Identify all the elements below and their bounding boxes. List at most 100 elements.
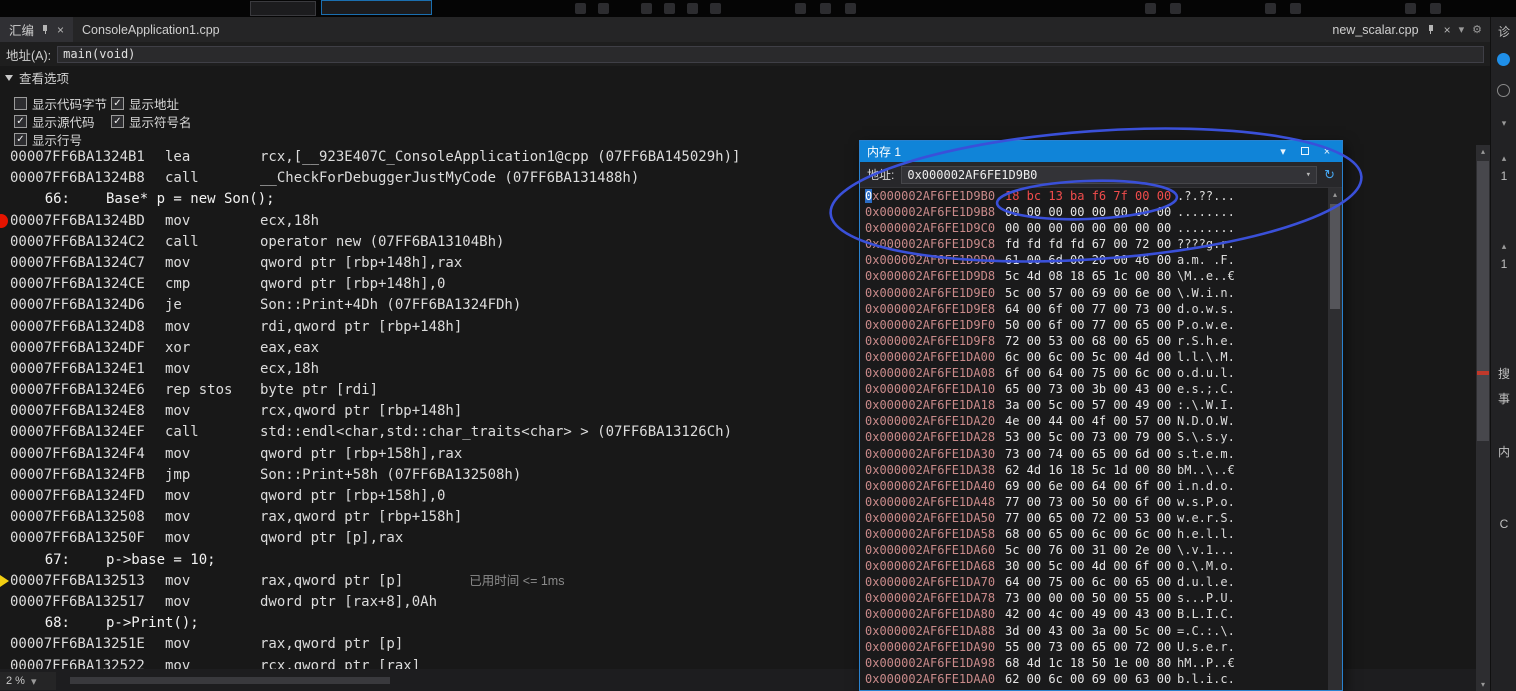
- memory-row[interactable]: 0x000002AF6FE1DA48 77 00 73 00 50 00 6f 0…: [860, 494, 1328, 510]
- gear-icon[interactable]: ⚙: [1472, 23, 1482, 36]
- toolbar-icon[interactable]: [598, 3, 609, 14]
- memory-row[interactable]: 0x000002AF6FE1D9D0 61 00 6d 00 20 00 46 0…: [860, 252, 1328, 268]
- memory-row[interactable]: 0x000002AF6FE1DA68 30 00 5c 00 4d 00 6f 0…: [860, 558, 1328, 574]
- chevron-down-icon[interactable]: ▾: [1306, 170, 1311, 180]
- memory-row[interactable]: 0x000002AF6FE1DA08 6f 00 64 00 75 00 6c 0…: [860, 365, 1328, 381]
- memory-row[interactable]: 0x000002AF6FE1D9D8 5c 4d 08 18 65 1c 00 8…: [860, 268, 1328, 284]
- close-icon[interactable]: ×: [57, 24, 64, 36]
- memory-row[interactable]: 0x000002AF6FE1DA18 3a 00 5c 00 57 00 49 0…: [860, 397, 1328, 413]
- scroll-up-icon[interactable]: ▴: [1328, 188, 1342, 201]
- memory-scrollbar[interactable]: ▴: [1328, 188, 1342, 690]
- refresh-icon[interactable]: ↻: [1324, 168, 1335, 181]
- close-icon[interactable]: ×: [1319, 142, 1335, 162]
- vertical-tab-2[interactable]: 1: [1491, 257, 1516, 271]
- toolbar-icon[interactable]: [845, 3, 856, 14]
- scroll-up-icon[interactable]: ▴: [1476, 145, 1490, 158]
- toolbar-icon[interactable]: [1170, 3, 1181, 14]
- toolbar-icon[interactable]: [710, 3, 721, 14]
- toolbar-icon[interactable]: [820, 3, 831, 14]
- zoom-control[interactable]: 2 % ▾: [0, 672, 56, 690]
- toolbar-icon[interactable]: [1290, 3, 1301, 14]
- memory-row[interactable]: 0x000002AF6FE1D9B8 00 00 00 00 00 00 00 0…: [860, 204, 1328, 220]
- memory-row[interactable]: 0x000002AF6FE1DA90 55 00 73 00 65 00 72 0…: [860, 639, 1328, 655]
- tab-new-scalar[interactable]: new_scalar.cpp: [1332, 23, 1418, 37]
- checkbox-icon[interactable]: [14, 96, 27, 110]
- memory-row[interactable]: 0x000002AF6FE1DA60 5c 00 76 00 31 00 2e 0…: [860, 542, 1328, 558]
- view-option-0[interactable]: 显示代码字节: [14, 94, 111, 112]
- tab-consoleapplication1[interactable]: ConsoleApplication1.cpp: [73, 17, 229, 42]
- toolbar-icon[interactable]: [1430, 3, 1441, 14]
- memory-address-input[interactable]: 0x000002AF6FE1D9B0 ▾: [901, 165, 1318, 184]
- address-input[interactable]: [57, 45, 1484, 63]
- memory-row[interactable]: 0x000002AF6FE1DA38 62 4d 16 18 5c 1d 00 8…: [860, 462, 1328, 478]
- view-option-4[interactable]: ✓ 显示行号: [14, 130, 111, 148]
- toolbar-icon[interactable]: [795, 3, 806, 14]
- toolbar-icon[interactable]: [641, 3, 652, 14]
- vertical-tab-diagnostics[interactable]: 诊: [1491, 23, 1516, 40]
- memory-row[interactable]: 0x000002AF6FE1DA58 68 00 65 00 6c 00 6c 0…: [860, 526, 1328, 542]
- memory-row[interactable]: 0x000002AF6FE1D9C0 00 00 00 00 00 00 00 0…: [860, 220, 1328, 236]
- view-option-3[interactable]: ✓ 显示符号名: [111, 112, 192, 130]
- memory-row[interactable]: 0x000002AF6FE1DA88 3d 00 43 00 3a 00 5c 0…: [860, 623, 1328, 639]
- toolbar-dropdown[interactable]: [250, 1, 316, 16]
- checkbox-icon[interactable]: ✓: [111, 96, 124, 110]
- checkbox-icon[interactable]: ✓: [111, 114, 124, 128]
- memory-row[interactable]: 0x000002AF6FE1DA98 68 4d 1c 18 50 1e 00 8…: [860, 655, 1328, 671]
- memory-row[interactable]: 0x000002AF6FE1DA20 4e 00 44 00 4f 00 57 0…: [860, 413, 1328, 429]
- toolbar-icon[interactable]: [1145, 3, 1156, 14]
- toolbar-icon[interactable]: [664, 3, 675, 14]
- toolbar-icon[interactable]: [1405, 3, 1416, 14]
- toolbar-icon[interactable]: [575, 3, 586, 14]
- toolbar-icon[interactable]: [687, 3, 698, 14]
- chevron-down-icon[interactable]: ▾: [1491, 118, 1516, 129]
- instruction-address: 00007FF6BA1324E6: [10, 382, 145, 399]
- diagnostics-icon[interactable]: [1497, 53, 1510, 66]
- scrollbar-thumb[interactable]: [1330, 204, 1340, 309]
- horizontal-scrollbar-thumb[interactable]: [70, 677, 390, 684]
- view-option-2[interactable]: ✓ 显示源代码: [14, 112, 111, 130]
- memory-row[interactable]: 0x000002AF6FE1DAA8: [860, 687, 1328, 690]
- collapse-triangle-icon[interactable]: [5, 74, 13, 81]
- memory-row[interactable]: 0x000002AF6FE1DA70 64 00 75 00 6c 00 65 0…: [860, 574, 1328, 590]
- scroll-down-icon[interactable]: ▾: [1476, 678, 1490, 691]
- maximize-icon[interactable]: [1297, 142, 1313, 162]
- vertical-tab-search[interactable]: 搜: [1491, 365, 1516, 382]
- memory-row[interactable]: 0x000002AF6FE1DA28 53 00 5c 00 73 00 79 0…: [860, 429, 1328, 445]
- pin-icon[interactable]: [41, 24, 50, 35]
- memory-row[interactable]: 0x000002AF6FE1D9E8 64 00 6f 00 77 00 73 0…: [860, 301, 1328, 317]
- memory-row[interactable]: 0x000002AF6FE1D9E0 5c 00 57 00 69 00 6e 0…: [860, 285, 1328, 301]
- memory-row[interactable]: 0x000002AF6FE1D9C8 fd fd fd fd 67 00 72 0…: [860, 236, 1328, 252]
- memory-row[interactable]: 0x000002AF6FE1DA50 77 00 65 00 72 00 53 0…: [860, 510, 1328, 526]
- memory-row[interactable]: 0x000002AF6FE1DA00 6c 00 6c 00 5c 00 4d 0…: [860, 349, 1328, 365]
- toolbar-dropdown-active[interactable]: [321, 0, 432, 15]
- memory-row[interactable]: 0x000002AF6FE1DA80 42 00 4c 00 49 00 43 0…: [860, 606, 1328, 622]
- memory-row[interactable]: 0x000002AF6FE1DAA0 62 00 6c 00 69 00 63 0…: [860, 671, 1328, 687]
- checkbox-icon[interactable]: ✓: [14, 132, 27, 146]
- vertical-tab-memory[interactable]: 内: [1491, 443, 1516, 460]
- vertical-tab-c[interactable]: C: [1491, 517, 1516, 531]
- tool-icon[interactable]: [1497, 84, 1510, 97]
- toolbar-icon[interactable]: [1265, 3, 1276, 14]
- memory-row[interactable]: 0x000002AF6FE1D9F0 50 00 6f 00 77 00 65 0…: [860, 317, 1328, 333]
- memory-row[interactable]: 0x000002AF6FE1D9B0 18 bc 13 ba f6 7f 00 0…: [860, 188, 1328, 204]
- memory-row[interactable]: 0x000002AF6FE1DA78 73 00 00 00 50 00 55 0…: [860, 590, 1328, 606]
- checkbox-icon[interactable]: ✓: [14, 114, 27, 128]
- scrollbar-thumb[interactable]: [1477, 161, 1489, 441]
- view-options-header[interactable]: 查看选项: [5, 68, 192, 87]
- memory-row[interactable]: 0x000002AF6FE1DA10 65 00 73 00 3b 00 43 0…: [860, 381, 1328, 397]
- editor-scrollbar[interactable]: ▴ ▾: [1476, 145, 1490, 691]
- source-code: Base* p = new Son();: [106, 191, 275, 208]
- memory-window-titlebar[interactable]: 内存 1 ▾ ×: [860, 141, 1342, 162]
- memory-row[interactable]: 0x000002AF6FE1DA30 73 00 74 00 65 00 6d 0…: [860, 446, 1328, 462]
- file-list-dropdown-icon[interactable]: ▾: [1459, 23, 1465, 36]
- instruction-operands: dword ptr [rax+8],0Ah: [260, 593, 438, 610]
- tab-disassembly[interactable]: 汇编 ×: [0, 17, 74, 42]
- pin-icon[interactable]: [1427, 24, 1436, 35]
- vertical-tab-events[interactable]: 事: [1491, 390, 1516, 407]
- memory-row[interactable]: 0x000002AF6FE1D9F8 72 00 53 00 68 00 65 0…: [860, 333, 1328, 349]
- view-option-1[interactable]: ✓ 显示地址: [111, 94, 192, 112]
- vertical-tab-1[interactable]: 1: [1491, 169, 1516, 183]
- close-icon[interactable]: ×: [1444, 24, 1451, 36]
- memory-row[interactable]: 0x000002AF6FE1DA40 69 00 6e 00 64 00 6f 0…: [860, 478, 1328, 494]
- window-position-icon[interactable]: ▾: [1275, 142, 1291, 162]
